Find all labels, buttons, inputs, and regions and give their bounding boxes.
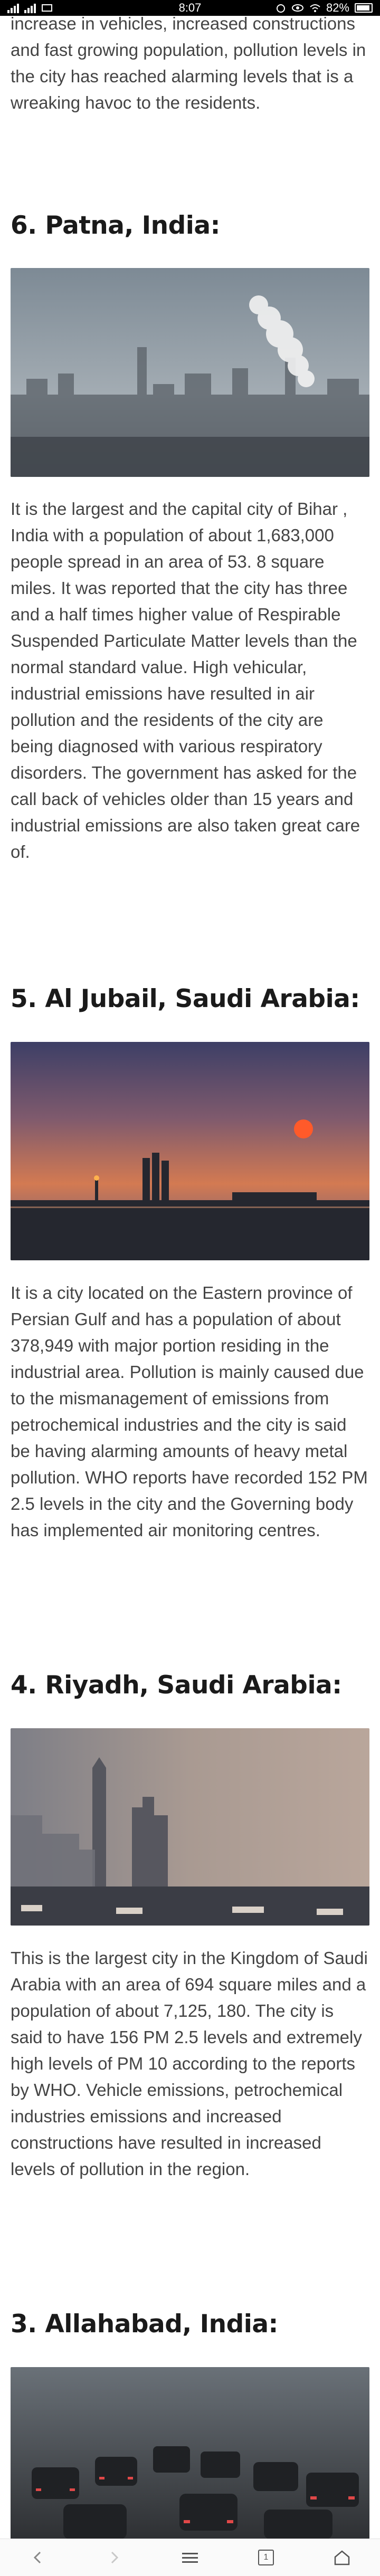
signal-icon — [7, 3, 19, 13]
photo-allahabad — [11, 2367, 369, 2539]
wifi-icon — [310, 4, 320, 12]
signal-2-icon — [24, 3, 36, 13]
battery-icon — [355, 3, 373, 13]
photo-riyadh — [11, 1728, 369, 1926]
section-heading-patna: 6. Patna, India: — [11, 211, 220, 240]
notification-icon — [42, 4, 52, 12]
photo-al-jubail — [11, 1042, 369, 1260]
chevron-left-icon — [33, 2551, 41, 2564]
home-button[interactable] — [326, 2542, 358, 2573]
status-left — [7, 3, 53, 13]
section-body-al-jubail: It is a city located on the Eastern prov… — [11, 1283, 368, 1540]
intro-paragraph: increase in vehicles, increased construc… — [11, 14, 366, 112]
tabs-count: 1 — [263, 2553, 269, 2562]
tabs-button[interactable]: 1 — [250, 2542, 282, 2573]
browser-bottom-bar: 1 — [0, 2539, 380, 2576]
section-body-riyadh: This is the largest city in the Kingdom … — [11, 1948, 368, 2179]
forward-button[interactable] — [98, 2542, 130, 2573]
battery-percent: 82% — [326, 1, 349, 14]
section-heading-allahabad: 3. Allahabad, India: — [11, 2310, 278, 2339]
status-bar: 8:07 82% — [0, 0, 380, 16]
status-right: 82% — [276, 1, 373, 15]
home-icon — [334, 2550, 350, 2565]
section-heading-riyadh: 4. Riyadh, Saudi Arabia: — [11, 1671, 342, 1700]
section-body-patna: It is the largest and the capital city o… — [11, 499, 360, 861]
back-button[interactable] — [22, 2542, 54, 2573]
menu-button[interactable] — [174, 2542, 206, 2573]
photo-patna — [11, 268, 369, 477]
eye-icon — [291, 4, 303, 12]
chevron-right-icon — [111, 2551, 119, 2564]
hamburger-menu-icon — [182, 2553, 198, 2563]
section-heading-al-jubail: 5. Al Jubail, Saudi Arabia: — [11, 984, 360, 1013]
alarm-icon — [276, 4, 285, 13]
tabs-icon: 1 — [258, 2550, 274, 2565]
